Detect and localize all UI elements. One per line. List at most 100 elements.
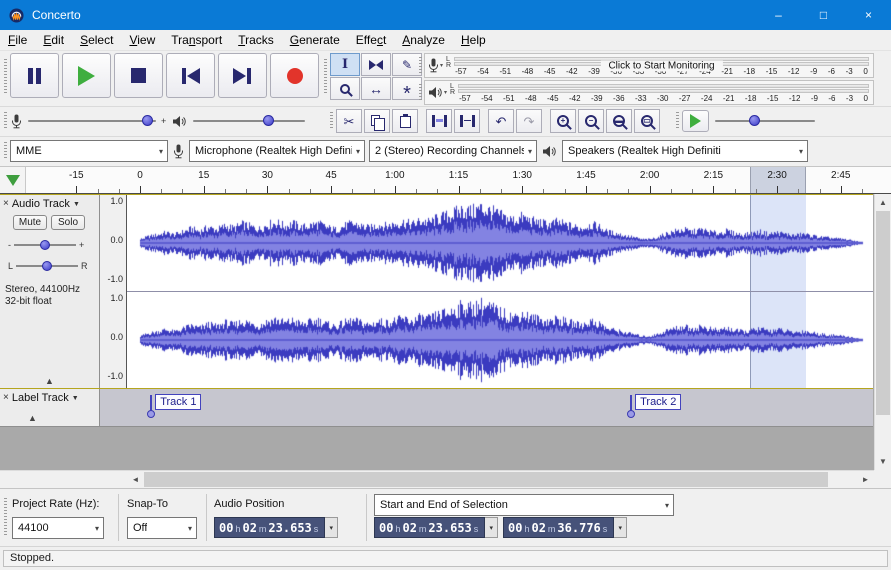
scroll-up-icon[interactable]: ▲	[875, 194, 891, 211]
fit-project-button[interactable]: ▭	[634, 109, 660, 133]
vertical-scrollbar[interactable]: ▲ ▼	[874, 194, 891, 470]
timeline-pin-button[interactable]	[0, 167, 26, 193]
pan-slider[interactable]: L R	[0, 251, 99, 272]
playback-speed-slider[interactable]	[715, 113, 815, 129]
menu-item-tracks[interactable]: Tracks	[230, 30, 282, 50]
stop-button[interactable]	[114, 53, 163, 98]
snap-to-select[interactable]: Off ▾	[127, 517, 197, 539]
playback-volume-slider[interactable]	[193, 113, 306, 129]
menu-item-edit[interactable]: Edit	[35, 30, 72, 50]
recording-channels-select[interactable]: 2 (Stereo) Recording Channels ▾	[369, 140, 537, 162]
menu-item-effect[interactable]: Effect	[348, 30, 394, 50]
playback-device-select[interactable]: Speakers (Realtek High Definiti ▾	[562, 140, 808, 162]
track-menu-arrow-icon[interactable]: ▼	[73, 201, 80, 208]
timeshift-tool-button[interactable]: ↔	[361, 77, 391, 100]
gain-slider[interactable]: - +	[0, 230, 99, 251]
vertical-scroll-thumb[interactable]	[876, 211, 890, 415]
play-button[interactable]	[62, 53, 111, 98]
menu-item-select[interactable]: Select	[72, 30, 121, 50]
label-text[interactable]: Track 1	[155, 394, 202, 410]
track-close-button[interactable]: ×	[3, 199, 9, 209]
paste-button[interactable]	[392, 109, 418, 133]
audio-host-select[interactable]: MME ▾	[10, 140, 168, 162]
horizontal-scrollbar[interactable]: ◄ ►	[0, 470, 874, 488]
zoom-in-button[interactable]: +	[550, 109, 576, 133]
recording-volume-slider[interactable]	[28, 113, 156, 129]
label-track[interactable]: × Label Track ▼ ▲ Track 1 Track 2	[0, 389, 873, 427]
time-spin-icon[interactable]: ▾	[325, 517, 339, 538]
project-rate-select[interactable]: 44100 ▾	[12, 517, 104, 539]
meter-menu-arrow-icon[interactable]: ▾	[444, 82, 447, 103]
label-track-title[interactable]: Label Track	[12, 392, 69, 404]
solo-button[interactable]: Solo	[51, 215, 85, 230]
playback-meter-body[interactable]: -57 -54 -51 -48 -45 -42 -39 -36 -33 -30 -27 -24 -21-…	[456, 82, 871, 103]
slider-thumb[interactable]	[749, 115, 760, 126]
play-at-speed-button[interactable]	[682, 110, 709, 132]
menu-item-file[interactable]: File	[0, 30, 35, 50]
track-title[interactable]: Audio Track	[12, 198, 70, 210]
label-track-content[interactable]: Track 1 Track 2	[100, 389, 873, 426]
label-track-collapse-button[interactable]: ▲	[6, 413, 59, 423]
recording-meter-body[interactable]: -57 -54 -51 -48 -45 -42 -39 -36 -33 -30 -27 -24 -21-…	[452, 55, 871, 76]
recording-device-select[interactable]: Microphone (Realtek High Defini ▾	[189, 140, 365, 162]
maximize-button[interactable]: □	[801, 0, 846, 30]
label-handle-icon[interactable]	[147, 410, 156, 418]
slider-thumb[interactable]	[263, 115, 275, 126]
silence-button[interactable]	[454, 109, 480, 133]
zoom-tool-button[interactable]	[330, 77, 360, 100]
menu-item-transport[interactable]: Transport	[163, 30, 230, 50]
skip-to-start-button[interactable]	[166, 53, 215, 98]
envelope-tool-button[interactable]	[361, 53, 391, 76]
audio-position-display[interactable]: 00 h 02 m 23.653 s ▾	[214, 517, 339, 538]
time-spin-icon[interactable]: ▾	[485, 517, 499, 538]
track-collapse-button[interactable]: ▲	[6, 376, 93, 386]
menu-item-analyze[interactable]: Analyze	[394, 30, 453, 50]
label-text[interactable]: Track 2	[635, 394, 682, 410]
recording-meter[interactable]: ▾ LR -57 -54 -51 -48 -45 -42 -39 -36 -33 -30 -27 -2…	[419, 53, 874, 78]
copy-button[interactable]	[364, 109, 390, 133]
playback-meter[interactable]: ▾ LR -57 -54 -51 -48 -45 -42 -39 -36 -33 -30 -27 -2…	[419, 80, 874, 105]
mute-button[interactable]: Mute	[13, 215, 47, 230]
cut-icon: ✂	[343, 113, 355, 129]
toolbar-separator	[0, 136, 891, 137]
time-spin-icon[interactable]: ▾	[614, 517, 628, 538]
fit-selection-button[interactable]: ▬	[606, 109, 632, 133]
pause-button[interactable]	[10, 53, 59, 98]
undo-button[interactable]: ↶	[488, 109, 514, 133]
close-button[interactable]: ×	[846, 0, 891, 30]
trim-button[interactable]	[426, 109, 452, 133]
draw-tool-button[interactable]: ✎	[392, 53, 422, 76]
ruler-tick-label: 1:30	[512, 170, 532, 181]
label-handle-icon[interactable]	[627, 410, 636, 418]
scroll-left-icon[interactable]: ◄	[127, 471, 144, 488]
slider-thumb[interactable]	[142, 115, 153, 126]
gain-slider-thumb[interactable]	[40, 240, 50, 250]
meter-menu-arrow-icon[interactable]: ▾	[440, 55, 443, 76]
zoom-out-button[interactable]: −	[578, 109, 604, 133]
timeline-ruler[interactable]: -15 0 15 30 45 1:00 1:15 1:30 1:45 2:00 2:15 2:30 2:…	[0, 166, 891, 194]
selection-mode-select[interactable]: Start and End of Selection ▾	[374, 494, 674, 516]
waveform-channel-right[interactable]	[127, 292, 873, 388]
scroll-down-icon[interactable]: ▼	[875, 453, 891, 470]
label-track-menu-arrow-icon[interactable]: ▼	[72, 395, 79, 402]
label-track-close-button[interactable]: ×	[3, 393, 9, 403]
scroll-right-icon[interactable]: ►	[857, 471, 874, 488]
minimize-button[interactable]: –	[756, 0, 801, 30]
multi-tool-button[interactable]: *	[392, 77, 422, 104]
pan-slider-thumb[interactable]	[42, 261, 53, 271]
monitoring-hint[interactable]: Click to Start Monitoring	[600, 60, 723, 71]
menu-item-view[interactable]: View	[121, 30, 163, 50]
menu-item-generate[interactable]: Generate	[282, 30, 348, 50]
selection-tool-button[interactable]: I	[330, 53, 360, 76]
horizontal-scroll-thumb[interactable]	[144, 472, 828, 487]
audio-track[interactable]: × Audio Track ▼ Mute Solo - + L R Stereo…	[0, 194, 873, 389]
waveform-region[interactable]	[127, 195, 873, 388]
skip-to-end-button[interactable]	[218, 53, 267, 98]
record-button[interactable]	[270, 53, 319, 98]
selection-start-display[interactable]: 00 h 02 m 23.653 s ▾	[374, 517, 499, 538]
menu-item-help[interactable]: Help	[453, 30, 494, 50]
redo-button[interactable]: ↷	[516, 109, 542, 133]
waveform-channel-left[interactable]	[127, 195, 873, 291]
selection-end-display[interactable]: 00 h 02 m 36.776 s ▾	[503, 517, 628, 538]
cut-button[interactable]: ✂	[336, 109, 362, 133]
